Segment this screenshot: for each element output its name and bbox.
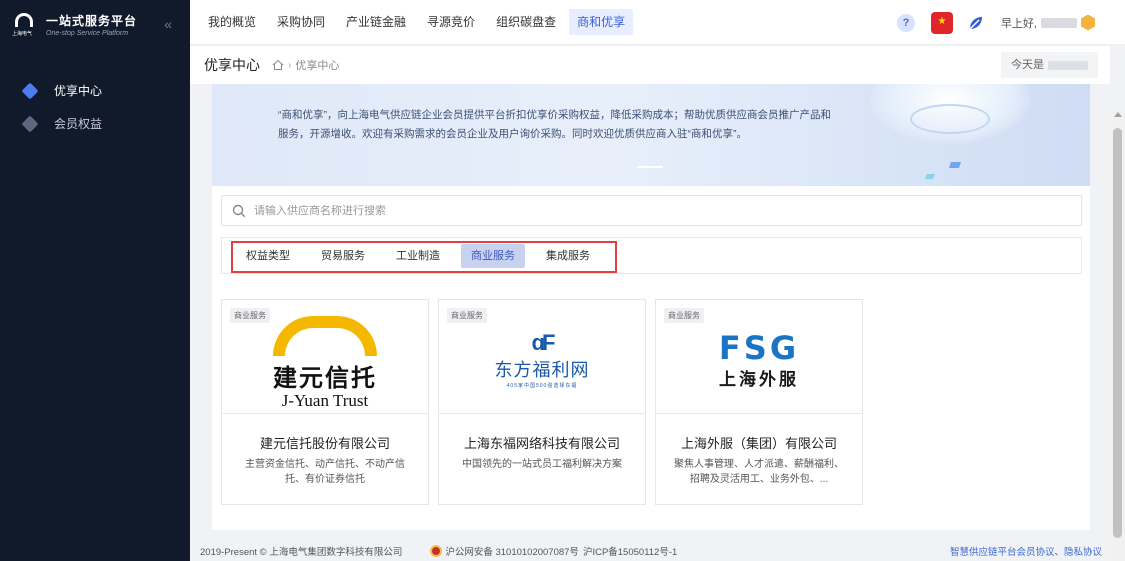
supplier-description: 中国领先的一站式员工福利解决方案 xyxy=(462,459,622,470)
filter-industrial-manufacturing[interactable]: 工业制造 xyxy=(386,244,450,268)
page-title: 优享中心 xyxy=(204,57,260,73)
icp-record[interactable]: 沪ICP备15050112号-1 xyxy=(583,544,677,558)
supplier-name: 上海东福网络科技有限公司 xyxy=(463,436,620,451)
logo-mark-icon: 上海电气 xyxy=(12,11,38,37)
greeting-text: 早上好, xyxy=(1000,17,1037,30)
tab-finance[interactable]: 产业链金融 xyxy=(338,9,414,35)
police-badge-icon xyxy=(430,544,443,557)
date-value-redacted xyxy=(1048,60,1088,70)
logo-subtitle: One-stop Service Platform xyxy=(46,29,129,37)
diamond-icon xyxy=(21,82,39,99)
jyuan-trust-logo: 建元信托 J-Yuan Trust xyxy=(273,316,377,411)
dongfang-fuli-logo: ɑF 东方福利网 405家中国500强选择东福 xyxy=(494,330,590,389)
sidebar-item-label: 优享中心 xyxy=(54,84,103,98)
sidebar-item-youxiang-center[interactable]: 优享中心 xyxy=(0,74,190,107)
supplier-name: 上海外服（集团）有限公司 xyxy=(680,436,837,451)
filter-integrated-service[interactable]: 集成服务 xyxy=(536,244,600,268)
search-icon xyxy=(232,204,246,217)
sidebar: 上海电气 一站式服务平台 One-stop Service Platform «… xyxy=(0,0,190,561)
filter-bar: 权益类型 贸易服务 工业制造 商业服务 集成服务 xyxy=(221,237,1082,274)
supplier-cards: 商业服务 建元信托 J-Yuan Trust 建元信托股份有限公司 主营资金信托… xyxy=(221,299,872,505)
supplier-card[interactable]: 商业服务 建元信托 J-Yuan Trust 建元信托股份有限公司 主营资金信托… xyxy=(221,299,429,505)
top-nav: 我的概览 采购协同 产业链金融 寻源竞价 组织碳盘查 商和优享 ? ★ 早上好, xyxy=(190,0,1125,45)
search-input[interactable] xyxy=(254,204,1034,217)
sidebar-item-member-benefits[interactable]: 会员权益 xyxy=(0,107,190,140)
category-tag: 商业服务 xyxy=(664,308,704,323)
copyright-text: 2019-Present © 上海电气集团数字科技有限公司 xyxy=(200,546,403,558)
leaf-icon[interactable] xyxy=(967,14,985,32)
member-agreement-link[interactable]: 智慧供应链平台会员协议 xyxy=(950,547,1055,558)
supplier-logo: 商业服务 ɑF 东方福利网 405家中国500强选择东福 xyxy=(439,300,645,414)
supplier-logo: 商业服务 建元信托 J-Yuan Trust xyxy=(222,300,428,414)
supplier-description: 主营资金信托、动产信托、不动产信托、有价证券信托 xyxy=(245,459,405,485)
filter-benefit-type[interactable]: 权益类型 xyxy=(236,244,300,268)
top-tabs: 我的概览 采购协同 产业链金融 寻源竞价 组织碳盘查 商和优享 xyxy=(190,0,638,44)
supplier-logo: 商业服务 FSG 上海外服 xyxy=(656,300,862,414)
breadcrumb: 优享中心 › 优享中心 今天是 xyxy=(190,46,1110,84)
help-icon[interactable]: ? xyxy=(896,13,915,32)
category-tag: 商业服务 xyxy=(447,308,487,323)
breadcrumb-current: 优享中心 xyxy=(295,60,340,72)
date-display: 今天是 xyxy=(1001,52,1098,78)
user-name-redacted[interactable] xyxy=(1041,17,1077,28)
sidebar-menu: 优享中心 会员权益 xyxy=(0,74,190,140)
police-record[interactable]: 沪公网安备 31010102007087号 xyxy=(445,544,579,558)
date-label: 今天是 xyxy=(1011,59,1044,71)
diamond-icon xyxy=(21,115,39,132)
scroll-up-arrow-icon[interactable] xyxy=(1114,112,1122,117)
supplier-description: 聚焦人事管理、人才派遣、薪酬福利、招聘及灵活用工、业务外包、... xyxy=(674,459,844,485)
logo[interactable]: 上海电气 一站式服务平台 One-stop Service Platform « xyxy=(0,0,190,48)
home-icon[interactable] xyxy=(272,59,284,71)
filter-trade-service[interactable]: 贸易服务 xyxy=(311,244,375,268)
category-tag: 商业服务 xyxy=(230,308,270,323)
banner-decoration xyxy=(948,162,962,168)
tab-procurement[interactable]: 采购协同 xyxy=(269,9,333,35)
banner-decoration xyxy=(925,174,935,179)
main-content: “商和优享”，向上海电气供应链企业会员提供平台折扣优享价采购权益，降低采购成本；… xyxy=(212,84,1090,530)
collapse-sidebar-icon[interactable]: « xyxy=(164,16,172,32)
member-badge-icon[interactable] xyxy=(1081,14,1095,31)
supplier-card[interactable]: 商业服务 ɑF 东方福利网 405家中国500强选择东福 上海东福网络科技有限公… xyxy=(438,299,646,505)
tab-carbon[interactable]: 组织碳盘查 xyxy=(488,9,564,35)
page-scrollbar[interactable] xyxy=(1110,110,1125,561)
footer: 2019-Present © 上海电气集团数字科技有限公司 沪公网安备 3101… xyxy=(190,540,1110,561)
tab-shanghe-youxiang[interactable]: 商和优享 xyxy=(569,9,634,35)
link-separator: 、 xyxy=(1054,547,1064,558)
tab-overview[interactable]: 我的概览 xyxy=(200,9,264,35)
tab-sourcing[interactable]: 寻源竞价 xyxy=(419,9,483,35)
carousel-indicator[interactable] xyxy=(637,166,663,168)
supplier-search[interactable] xyxy=(221,195,1082,226)
scrollbar-thumb[interactable] xyxy=(1113,128,1122,538)
china-flag-icon[interactable]: ★ xyxy=(930,11,953,34)
sidebar-item-label: 会员权益 xyxy=(54,117,103,131)
promo-banner: “商和优享”，向上海电气供应链企业会员提供平台折扣优享价采购权益，降低采购成本；… xyxy=(212,84,1090,186)
fsg-logo: FSG 上海外服 xyxy=(718,329,800,389)
logo-title: 一站式服务平台 xyxy=(46,13,138,28)
banner-decoration xyxy=(910,104,990,134)
banner-text: “商和优享”，向上海电气供应链企业会员提供平台折扣优享价采购权益，降低采购成本；… xyxy=(278,109,831,140)
privacy-policy-link[interactable]: 隐私协议 xyxy=(1064,547,1102,558)
supplier-name: 建元信托股份有限公司 xyxy=(259,436,390,451)
breadcrumb-separator: › xyxy=(288,59,292,71)
supplier-card[interactable]: 商业服务 FSG 上海外服 上海外服（集团）有限公司 聚焦人事管理、人才派遣、薪… xyxy=(655,299,863,505)
filter-business-service[interactable]: 商业服务 xyxy=(461,244,525,268)
